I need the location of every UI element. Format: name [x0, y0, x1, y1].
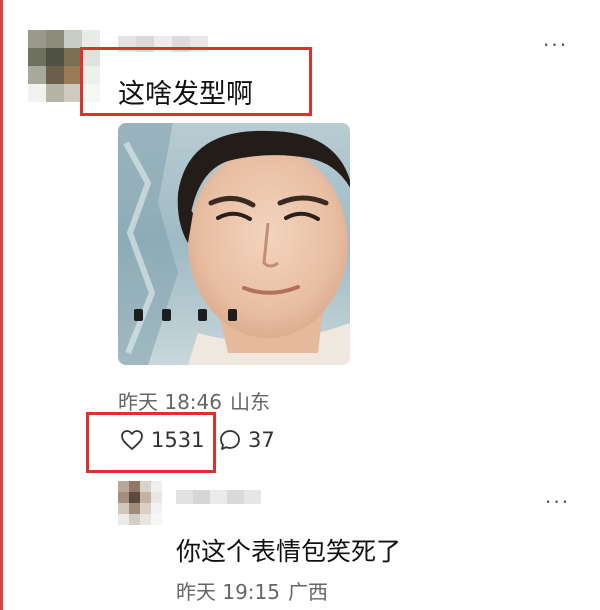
reply-avatar[interactable] — [118, 481, 162, 525]
speech-bubble-icon — [219, 429, 241, 451]
highlight-box-likes — [86, 412, 216, 473]
comment-location: 山东 — [230, 390, 270, 414]
comment-meta: 昨天 18:46 山东 — [118, 386, 270, 415]
comment-time: 昨天 18:46 — [118, 390, 222, 414]
left-edge-strip — [0, 0, 3, 610]
highlight-box-comment — [80, 47, 312, 116]
more-dots-icon[interactable]: ··· — [543, 35, 568, 55]
reply-meta: 昨天 19:15 广西 — [176, 576, 328, 605]
reply-time: 昨天 19:15 — [176, 580, 280, 604]
face-photo-icon — [118, 123, 350, 365]
reply-username-blurred[interactable] — [176, 490, 261, 504]
reply-count: 37 — [248, 428, 275, 452]
reply-button[interactable]: 37 — [219, 428, 275, 452]
reply-text: 你这个表情包笑死了 — [176, 537, 402, 566]
comment-image[interactable] — [118, 123, 350, 365]
reply-location: 广西 — [288, 580, 328, 604]
more-dots-icon[interactable]: ··· — [545, 492, 570, 512]
